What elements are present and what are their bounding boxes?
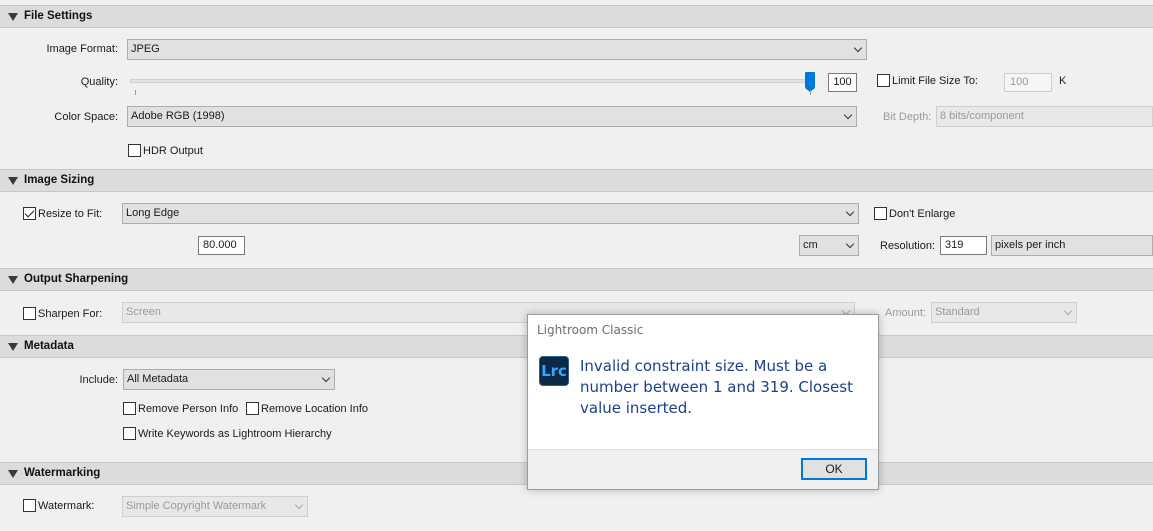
hdr-output-checkbox[interactable] — [128, 144, 141, 157]
watermark-value: Simple Copyright Watermark — [126, 500, 267, 512]
image-format-label: Image Format: — [46, 43, 118, 55]
quality-input[interactable]: 100 — [828, 73, 857, 92]
amount-label: Amount: — [885, 307, 926, 319]
chevron-down-icon — [321, 373, 331, 383]
image-format-value: JPEG — [131, 43, 160, 55]
color-space-value: Adobe RGB (1998) — [131, 110, 225, 122]
resolution-input[interactable]: 319 — [940, 236, 987, 255]
remove-person-info-checkbox[interactable] — [123, 402, 136, 415]
size-value-input[interactable]: 80.000 — [198, 236, 245, 255]
include-label: Include: — [79, 374, 118, 386]
section-title: Output Sharpening — [24, 273, 129, 285]
remove-location-info-checkbox[interactable] — [246, 402, 259, 415]
section-header-output-sharpening[interactable]: Output Sharpening — [0, 268, 1153, 291]
chevron-down-icon — [1063, 306, 1073, 316]
chevron-down-icon — [853, 43, 863, 53]
quality-slider-track[interactable] — [130, 79, 814, 83]
section-title: Watermarking — [24, 467, 101, 479]
collapse-triangle-icon — [8, 470, 18, 478]
unit-value: cm — [803, 239, 818, 251]
limit-file-size-unit: K — [1059, 75, 1067, 87]
limit-file-size-input[interactable]: 100 — [1004, 73, 1052, 92]
remove-location-info-label: Remove Location Info — [261, 403, 369, 415]
bit-depth-select[interactable]: 8 bits/component — [936, 106, 1153, 127]
chevron-down-icon — [843, 110, 853, 120]
error-dialog: Lightroom Classic Lrc Invalid constraint… — [527, 314, 879, 490]
amount-value: Standard — [935, 306, 980, 318]
resolution-label: Resolution: — [880, 240, 936, 252]
collapse-triangle-icon — [8, 13, 18, 21]
sharpen-for-label: Sharpen For: — [38, 308, 103, 320]
color-space-select[interactable]: Adobe RGB (1998) — [127, 106, 857, 127]
slider-tick — [135, 90, 136, 95]
slider-tick — [810, 90, 811, 95]
limit-file-size-checkbox[interactable] — [877, 74, 890, 87]
resize-mode-value: Long Edge — [126, 207, 180, 219]
chevron-down-icon — [845, 239, 855, 249]
sharpen-for-value: Screen — [126, 306, 161, 318]
resize-mode-select[interactable]: Long Edge — [122, 203, 859, 224]
sharpen-for-checkbox[interactable] — [23, 307, 36, 320]
include-value: All Metadata — [127, 373, 189, 385]
lightroom-app-icon: Lrc — [539, 356, 569, 386]
amount-select[interactable]: Standard — [931, 302, 1077, 323]
section-title: Metadata — [24, 340, 74, 352]
ok-button[interactable]: OK — [801, 458, 867, 480]
write-keywords-checkbox[interactable] — [123, 427, 136, 440]
limit-file-size-label: Limit File Size To: — [892, 75, 978, 87]
dialog-message: Invalid constraint size. Must be a numbe… — [580, 357, 853, 417]
collapse-triangle-icon — [8, 276, 18, 284]
chevron-down-icon — [845, 207, 855, 217]
bit-depth-label: Bit Depth: — [883, 111, 932, 123]
chevron-down-icon — [294, 500, 304, 510]
watermark-select[interactable]: Simple Copyright Watermark — [122, 496, 308, 517]
hdr-output-label: HDR Output — [143, 145, 203, 157]
resize-to-fit-checkbox[interactable] — [23, 207, 36, 220]
collapse-triangle-icon — [8, 343, 18, 351]
write-keywords-label: Write Keywords as Lightroom Hierarchy — [138, 428, 332, 440]
remove-person-info-label: Remove Person Info — [138, 403, 239, 415]
section-title: File Settings — [24, 10, 93, 22]
section-header-image-sizing[interactable]: Image Sizing — [0, 169, 1153, 192]
dialog-title: Lightroom Classic — [537, 323, 644, 337]
unit-select[interactable]: cm — [799, 235, 859, 256]
watermark-checkbox[interactable] — [23, 499, 36, 512]
dont-enlarge-checkbox[interactable] — [874, 207, 887, 220]
dont-enlarge-label: Don't Enlarge — [889, 208, 956, 220]
quality-label: Quality: — [80, 76, 118, 88]
dialog-footer: OK — [528, 449, 878, 489]
resolution-unit-select[interactable]: pixels per inch — [991, 235, 1153, 256]
bit-depth-value: 8 bits/component — [940, 110, 1024, 122]
image-format-select[interactable]: JPEG — [127, 39, 867, 60]
section-header-file-settings[interactable]: File Settings — [0, 5, 1153, 28]
section-title: Image Sizing — [24, 174, 95, 186]
resize-to-fit-label: Resize to Fit: — [38, 208, 103, 220]
color-space-label: Color Space: — [54, 111, 118, 123]
watermark-label: Watermark: — [38, 500, 95, 512]
include-select[interactable]: All Metadata — [123, 369, 335, 390]
resolution-unit-value: pixels per inch — [995, 239, 1066, 251]
quality-slider-thumb[interactable] — [805, 72, 815, 92]
collapse-triangle-icon — [8, 177, 18, 185]
